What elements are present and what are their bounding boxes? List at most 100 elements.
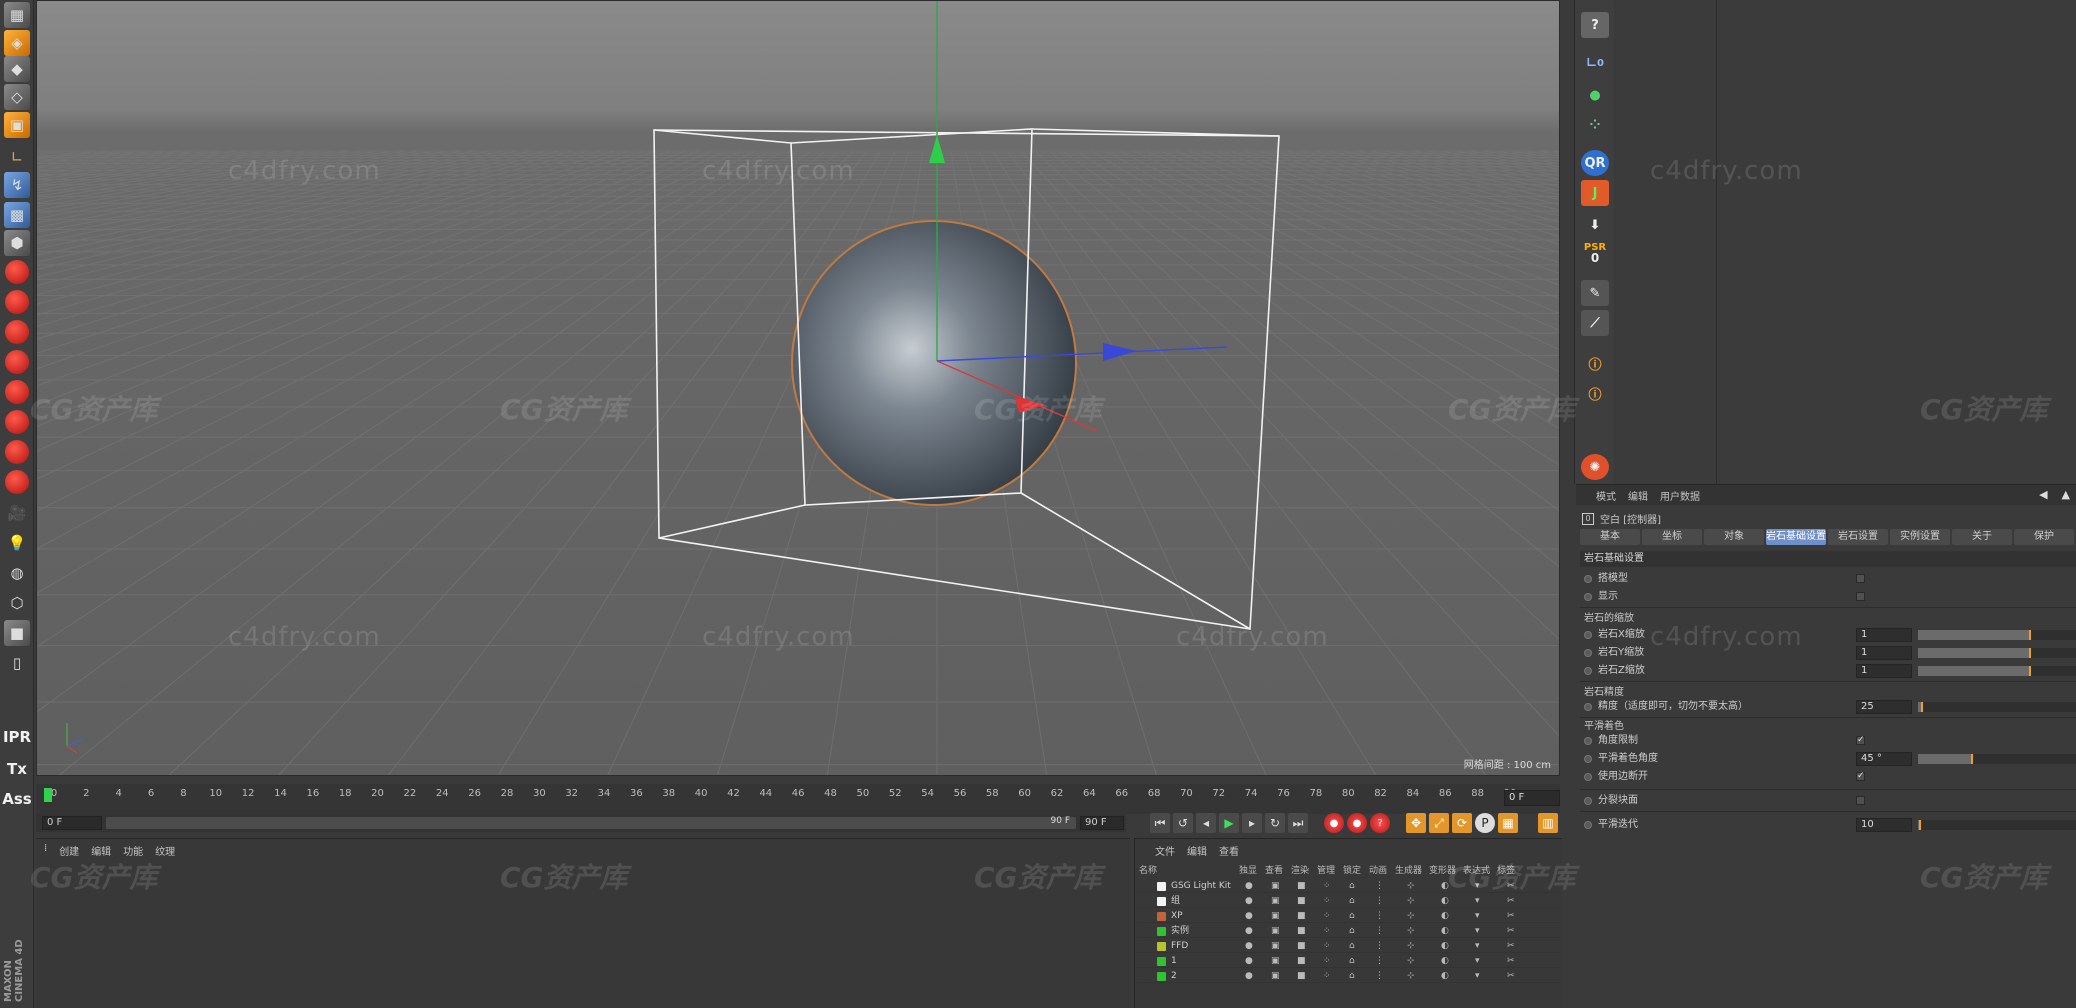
col-lock[interactable]: 锁定 <box>1343 863 1369 877</box>
rotation-key-icon[interactable]: ⟳ <box>1452 813 1472 833</box>
object-flag-icon[interactable]: ⁘ <box>1323 969 1331 983</box>
object-flag-icon[interactable]: ⋮ <box>1375 969 1384 983</box>
smooth-iterations-slider[interactable] <box>1918 820 2076 830</box>
object-flag-icon[interactable]: ▣ <box>1271 879 1280 893</box>
object-flag-icon[interactable]: ⊹ <box>1407 969 1415 983</box>
axis-mode-icon[interactable]: ∟ <box>4 144 30 170</box>
render-region-icon[interactable] <box>5 320 29 344</box>
animate-dot[interactable] <box>1584 649 1592 657</box>
col-name[interactable]: 名称 <box>1137 863 1239 877</box>
position-key-icon[interactable]: ✥ <box>1406 813 1426 833</box>
object-flag-icon[interactable]: ✂ <box>1507 954 1515 968</box>
object-flag-icon[interactable]: ■ <box>1297 939 1306 953</box>
prev-key-icon[interactable]: ↺ <box>1173 813 1193 833</box>
angle-limit-checkbox[interactable]: ✓ <box>1856 736 1865 745</box>
tweak-icon[interactable]: ↯ <box>4 172 30 198</box>
precision-input[interactable]: 25 <box>1856 700 1912 714</box>
table-row[interactable]: GSG Light Kit ● ▣ ■ ⁘ ⌂ ⋮ ⊹ ◐ ▾ ✂ <box>1137 879 1561 893</box>
object-flag-icon[interactable]: ◐ <box>1441 879 1449 893</box>
object-flag-icon[interactable]: ⋮ <box>1375 909 1384 923</box>
menu-user-data[interactable]: 用户数据 <box>1660 488 1700 503</box>
object-flag-icon[interactable]: ⋮ <box>1375 939 1384 953</box>
object-flag-icon[interactable]: ⁘ <box>1323 909 1331 923</box>
animate-dot[interactable] <box>1584 667 1592 675</box>
ass-button[interactable]: Ass <box>2 786 32 812</box>
object-flag-icon[interactable]: ◐ <box>1441 909 1449 923</box>
tab-instance[interactable]: 实例设置 <box>1890 529 1950 545</box>
render-queue-icon[interactable] <box>5 410 29 434</box>
document-icon[interactable]: ▯ <box>4 650 30 676</box>
go-to-end-icon[interactable]: ⏭ <box>1288 813 1308 833</box>
menu-function[interactable]: 功能 <box>123 843 143 858</box>
object-flag-icon[interactable]: ▣ <box>1271 954 1280 968</box>
3d-viewport[interactable]: 网格间距 : 100 cm <box>36 0 1560 776</box>
tool-knife-icon[interactable]: ⟋ <box>1581 310 1609 336</box>
scale-key-icon[interactable]: ⤢ <box>1429 813 1449 833</box>
smooth-iterations-input[interactable]: 10 <box>1856 818 1912 832</box>
object-flag-icon[interactable]: ⌂ <box>1349 894 1355 908</box>
object-flag-icon[interactable]: ⋮ <box>1375 879 1384 893</box>
tx-button[interactable]: Tx <box>2 756 32 782</box>
timeline-window-icon[interactable]: ▥ <box>1538 813 1558 833</box>
menu-edit[interactable]: 编辑 <box>91 843 111 858</box>
render-team-icon[interactable] <box>5 440 29 464</box>
object-flag-icon[interactable]: ⋮ <box>1375 954 1384 968</box>
object-flag-icon[interactable]: ⌂ <box>1349 954 1355 968</box>
col-generator[interactable]: 生成器 <box>1395 863 1429 877</box>
animate-dot[interactable] <box>1584 593 1592 601</box>
object-flag-icon[interactable]: ⋮ <box>1375 894 1384 908</box>
menu-mode[interactable]: 模式 <box>1596 488 1616 503</box>
use-edge-break-checkbox[interactable]: ✓ <box>1856 772 1865 781</box>
object-flag-icon[interactable]: ● <box>1245 924 1253 938</box>
object-flag-icon[interactable]: ▣ <box>1271 909 1280 923</box>
object-flag-icon[interactable]: ✂ <box>1507 939 1515 953</box>
prev-frame-icon[interactable]: ◂ <box>1196 813 1216 833</box>
tab-rock-settings[interactable]: 岩石设置 <box>1828 529 1888 545</box>
cube-edges-icon[interactable]: ◇ <box>4 84 30 110</box>
grid-snap-icon[interactable]: ▩ <box>4 202 30 228</box>
animate-dot[interactable] <box>1584 773 1592 781</box>
render-camera-icon[interactable] <box>5 350 29 374</box>
object-flag-icon[interactable]: ● <box>1245 939 1253 953</box>
null-object-icon[interactable]: ∟ 0 <box>1581 50 1609 76</box>
cube-icon[interactable]: ◆ <box>4 56 30 82</box>
object-flag-icon[interactable]: ◐ <box>1441 894 1449 908</box>
point-level-icon[interactable]: ▦ <box>1498 813 1518 833</box>
precision-slider[interactable] <box>1918 702 2076 712</box>
object-flag-icon[interactable]: ✂ <box>1507 879 1515 893</box>
smooth-angle-slider[interactable] <box>1918 754 2076 764</box>
object-flag-icon[interactable]: ✂ <box>1507 924 1515 938</box>
help-icon[interactable]: ? <box>1581 12 1609 38</box>
psr-icon[interactable]: PSR 0 <box>1581 240 1609 266</box>
tool-pen-icon[interactable]: ✎ <box>1581 280 1609 306</box>
object-flag-icon[interactable]: ▾ <box>1475 969 1480 983</box>
object-flag-icon[interactable]: ■ <box>1297 954 1306 968</box>
table-row[interactable]: 实例 ● ▣ ■ ⁘ ⌂ ⋮ ⊹ ◐ ▾ ✂ <box>1137 924 1561 938</box>
object-flag-icon[interactable]: ▾ <box>1475 924 1480 938</box>
col-view[interactable]: 查看 <box>1265 863 1291 877</box>
info-tag-icon[interactable]: ⓘ <box>1581 350 1609 376</box>
download-arrow-icon[interactable]: ⬇ <box>1581 212 1609 238</box>
object-flag-icon[interactable]: ⊹ <box>1407 954 1415 968</box>
tab-rock-basic[interactable]: 岩石基础设置 <box>1766 529 1826 545</box>
table-row[interactable]: XP ● ▣ ■ ⁘ ⌂ ⋮ ⊹ ◐ ▾ ✂ <box>1137 909 1561 923</box>
object-flag-icon[interactable]: ▾ <box>1475 879 1480 893</box>
menu-edit[interactable]: 编辑 <box>1628 488 1648 503</box>
tab-coord[interactable]: 坐标 <box>1642 529 1702 545</box>
object-flag-icon[interactable]: ✂ <box>1507 894 1515 908</box>
tab-protect[interactable]: 保护 <box>2014 529 2074 545</box>
timeline-ruler[interactable]: 0 2 4 6 8 10 12 14 16 18 20 22 24 26 28 30 32 34 36 38 40 42 4… <box>36 784 1560 814</box>
render-settings-icon[interactable] <box>5 380 29 404</box>
table-row[interactable]: 2 ● ▣ ■ ⁘ ⌂ ⋮ ⊹ ◐ ▾ ✂ <box>1137 969 1561 983</box>
display-checkbox[interactable] <box>1856 592 1865 601</box>
animate-dot[interactable] <box>1584 631 1592 639</box>
object-flag-icon[interactable]: ● <box>1245 969 1253 983</box>
animate-dot[interactable] <box>1584 797 1592 805</box>
record-icon[interactable]: ● <box>1324 813 1344 833</box>
render-interactive-icon[interactable] <box>5 470 29 494</box>
col-anim[interactable]: 动画 <box>1369 863 1395 877</box>
table-row[interactable]: 组 ● ▣ ■ ⁘ ⌂ ⋮ ⊹ ◐ ▾ ✂ <box>1137 894 1561 908</box>
col-deformer[interactable]: 变形器 <box>1429 863 1463 877</box>
build-model-checkbox[interactable] <box>1856 574 1865 583</box>
range-end-field[interactable]: 90 F <box>1080 816 1124 830</box>
